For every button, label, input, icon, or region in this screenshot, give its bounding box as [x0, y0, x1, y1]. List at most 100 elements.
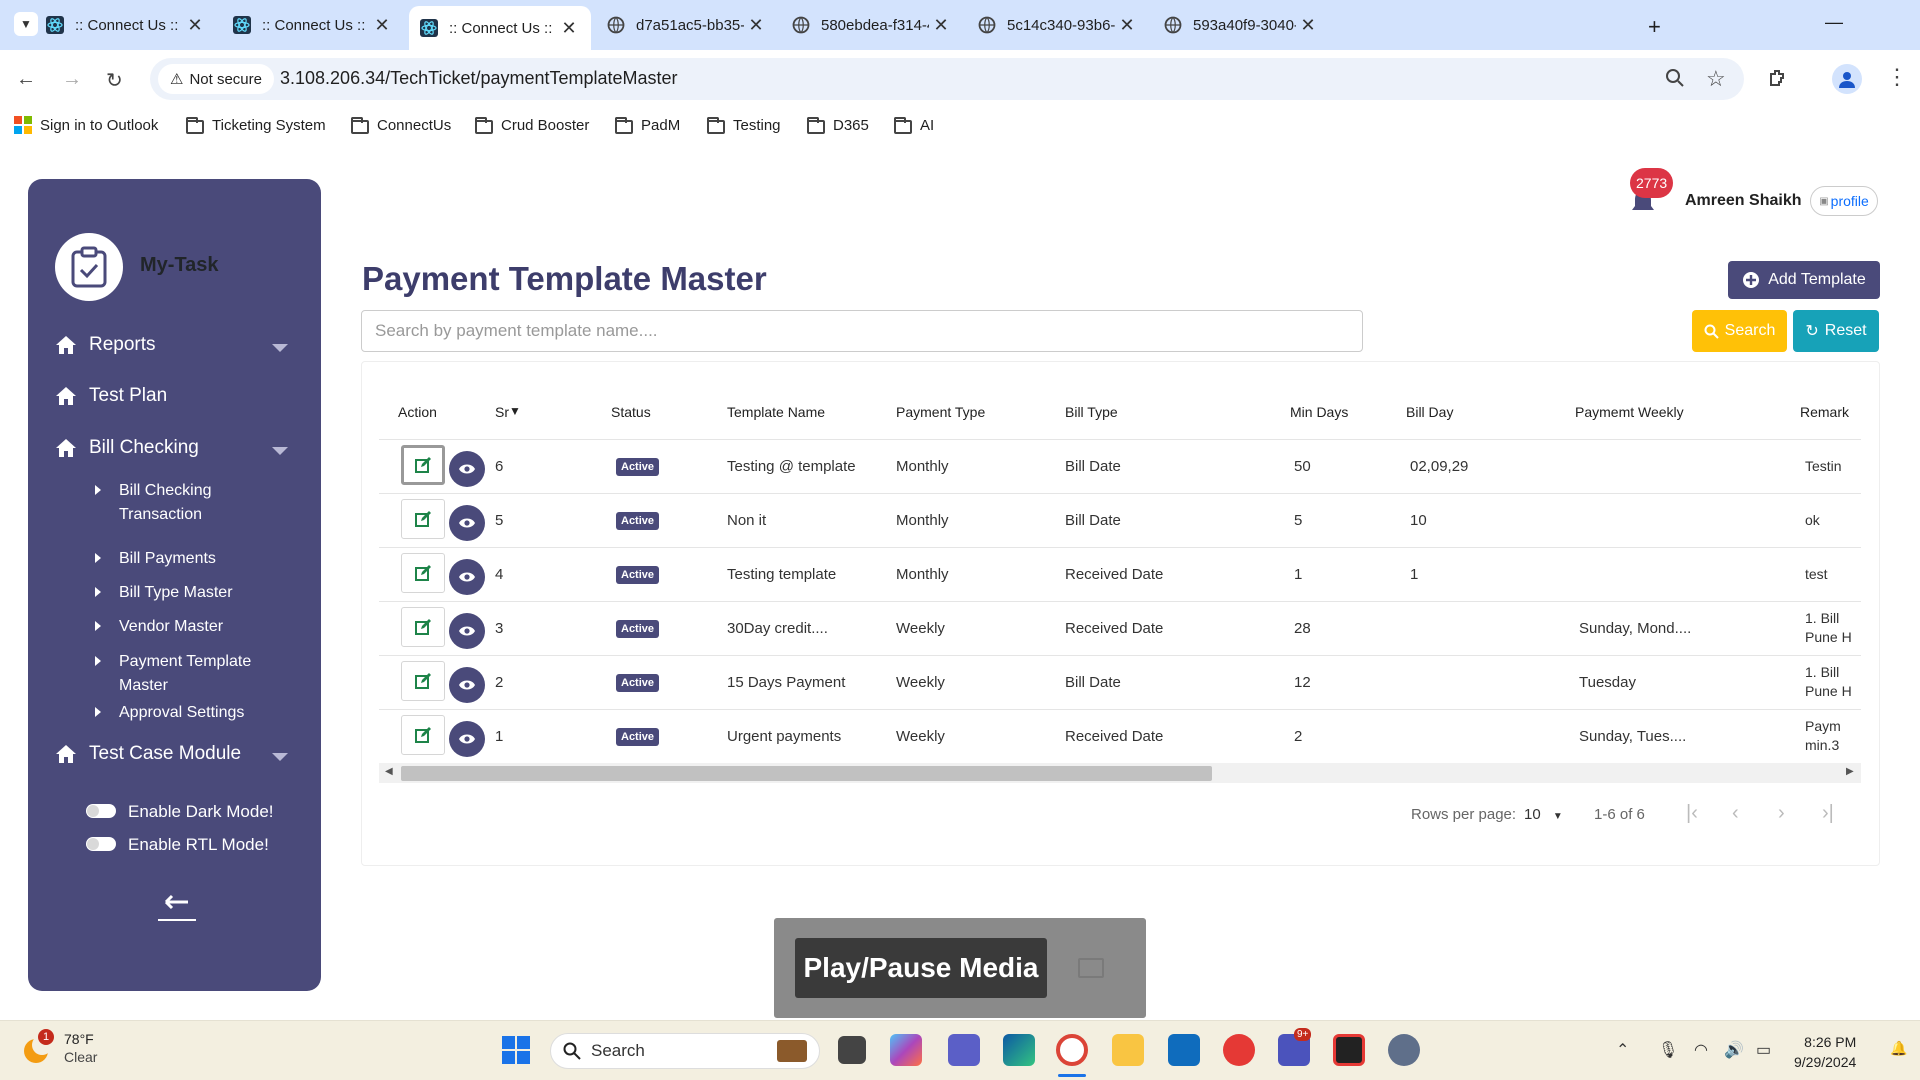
taskbar-search[interactable]: Search [550, 1033, 820, 1069]
browser-tab[interactable]: 580ebdea-f314-471c✕ [781, 8, 963, 42]
rtl-mode-toggle[interactable] [86, 837, 116, 851]
teams-icon[interactable] [948, 1034, 980, 1066]
collapse-sidebar-icon[interactable] [158, 892, 196, 922]
edit-icon[interactable] [401, 660, 445, 701]
microphone-icon[interactable]: 🎙 [1658, 1040, 1678, 1060]
extensions-icon[interactable] [1768, 68, 1788, 88]
search-button[interactable]: Search [1692, 310, 1787, 352]
copilot-icon[interactable] [890, 1034, 922, 1066]
view-eye-icon[interactable] [449, 613, 485, 650]
table-scroll-area[interactable]: Action Sr▼ Status Template Name Payment Type… [379, 385, 1861, 783]
edit-icon[interactable] [401, 715, 445, 756]
forward-icon[interactable]: → [62, 68, 82, 91]
reload-icon[interactable]: ↻ [106, 68, 123, 93]
sidebar-item[interactable]: Test Plan [55, 385, 167, 407]
new-tab-button[interactable]: + [1648, 14, 1661, 40]
submenu-item[interactable]: Bill Checking Transaction [95, 479, 211, 527]
view-eye-icon[interactable] [449, 505, 485, 542]
close-tab-icon[interactable]: ✕ [929, 15, 953, 36]
file-explorer-icon[interactable] [1112, 1034, 1144, 1066]
sidebar-item[interactable]: Bill Checking [55, 437, 199, 459]
edit-icon[interactable] [401, 498, 445, 539]
browser-tab[interactable]: :: Connect Us :: ✕ [409, 6, 591, 50]
sort-desc-icon[interactable]: ▼ [509, 404, 521, 418]
column-header[interactable]: Sr▼ [495, 385, 611, 439]
outlook-icon[interactable] [1168, 1034, 1200, 1066]
view-eye-icon[interactable] [449, 451, 485, 488]
browser-tab[interactable]: :: Connect Us :: ✕ [222, 8, 404, 42]
notification-badge[interactable]: 2773 [1630, 168, 1674, 198]
scroll-right-icon[interactable]: ▶ [1846, 766, 1854, 777]
bookmark-item[interactable]: ConnectUs [351, 116, 451, 134]
first-page-icon[interactable]: |‹ [1686, 802, 1698, 825]
view-eye-icon[interactable] [449, 721, 485, 758]
bookmark-item[interactable]: D365 [807, 116, 869, 134]
bookmark-item[interactable]: AI [894, 116, 934, 134]
bookmark-item[interactable]: Crud Booster [475, 116, 589, 134]
view-eye-icon[interactable] [449, 667, 485, 704]
submenu-item[interactable]: Approval Settings [95, 701, 244, 725]
caret-down-icon[interactable] [272, 753, 288, 761]
sidebar-item[interactable]: Reports [55, 334, 156, 356]
chrome-icon[interactable] [1056, 1034, 1088, 1066]
volume-icon[interactable]: 🔊 [1724, 1040, 1744, 1060]
profile-image[interactable]: ▣ profile [1810, 186, 1878, 216]
bookmark-item[interactable]: PadM [615, 116, 680, 134]
close-tab-icon[interactable]: ✕ [557, 18, 581, 39]
bookmark-item[interactable]: Testing [707, 116, 781, 134]
rows-per-page-select[interactable]: 10 ▼ [1524, 806, 1563, 823]
close-tab-icon[interactable]: ✕ [1296, 15, 1320, 36]
screen-recorder-icon[interactable] [1333, 1034, 1365, 1066]
edit-icon[interactable] [401, 606, 445, 647]
add-template-button[interactable]: Add Template [1728, 261, 1880, 299]
scrollbar-thumb[interactable] [401, 766, 1212, 781]
battery-icon[interactable]: ▭ [1756, 1040, 1771, 1060]
brand-name[interactable]: My-Task [140, 254, 219, 277]
url-text[interactable]: 3.108.206.34/TechTicket/paymentTemplateM… [280, 68, 678, 89]
wps-icon[interactable] [1223, 1034, 1255, 1066]
browser-tab[interactable]: d7a51ac5-bb35-458✕ [596, 8, 778, 42]
user-name[interactable]: Amreen Shaikh [1685, 192, 1801, 210]
bookmark-item[interactable]: Ticketing System [186, 116, 326, 134]
browser-tab[interactable]: 5c14c340-93b6-414c✕ [967, 8, 1149, 42]
minimize-button[interactable]: — [1822, 12, 1846, 33]
submenu-item[interactable]: Vendor Master [95, 615, 223, 639]
weather-widget[interactable]: 1 78°F Clear [20, 1029, 97, 1066]
notifications-icon[interactable]: 🔔 [1890, 1040, 1907, 1057]
edit-icon[interactable] [401, 444, 445, 485]
view-eye-icon[interactable] [449, 559, 485, 596]
edit-icon[interactable] [401, 552, 445, 593]
profile-avatar[interactable] [1832, 64, 1862, 94]
back-icon[interactable]: ← [16, 68, 36, 91]
next-page-icon[interactable]: › [1778, 802, 1785, 825]
wifi-icon[interactable]: ◠ [1694, 1040, 1708, 1060]
windows-start-icon[interactable] [502, 1036, 530, 1064]
menu-kebab-icon[interactable]: ⋮ [1886, 64, 1908, 90]
settings-gear-icon[interactable] [1388, 1034, 1420, 1066]
bookmark-item[interactable]: Sign in to Outlook [14, 116, 158, 134]
close-tab-icon[interactable]: ✕ [1115, 15, 1139, 36]
close-tab-icon[interactable]: ✕ [370, 15, 394, 36]
close-tab-icon[interactable]: ✕ [183, 15, 207, 36]
prev-page-icon[interactable]: ‹ [1732, 802, 1739, 825]
scroll-left-icon[interactable]: ◀ [385, 766, 393, 777]
zoom-icon[interactable] [1665, 68, 1685, 88]
sidebar-item[interactable]: Test Case Module [55, 743, 241, 765]
task-view-icon[interactable] [838, 1036, 866, 1064]
dark-mode-toggle[interactable] [86, 804, 116, 818]
reset-button[interactable]: ↻ Reset [1793, 310, 1879, 352]
caret-down-icon[interactable] [272, 344, 288, 352]
last-page-icon[interactable]: ›| [1822, 802, 1834, 825]
submenu-item[interactable]: Bill Type Master [95, 581, 233, 605]
bookmark-star-icon[interactable]: ☆ [1706, 66, 1726, 92]
caret-down-icon[interactable] [272, 447, 288, 455]
taskbar-clock[interactable]: 8:26 PM 9/29/2024 [1794, 1032, 1856, 1072]
edge-icon[interactable] [1003, 1034, 1035, 1066]
close-tab-icon[interactable]: ✕ [744, 15, 768, 36]
submenu-item[interactable]: Bill Payments [95, 547, 216, 571]
site-info-button[interactable]: ⚠ Not secure [158, 64, 274, 94]
search-input[interactable] [361, 310, 1363, 352]
chevron-up-icon[interactable]: ⌃ [1616, 1040, 1629, 1060]
browser-tab[interactable]: 593a40f9-3040-4f32✕ [1153, 8, 1330, 42]
browser-tab[interactable]: :: Connect Us :: ✕ [35, 8, 217, 42]
